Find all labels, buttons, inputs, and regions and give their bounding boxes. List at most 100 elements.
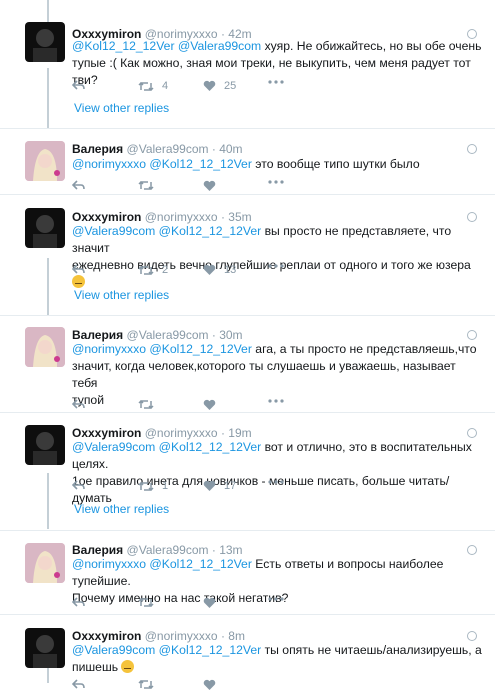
- retweet-count: 2: [162, 264, 169, 276]
- like-button[interactable]: 13: [203, 264, 236, 276]
- mention-link[interactable]: @norimyxxxo: [72, 157, 146, 171]
- retweet-icon[interactable]: [138, 180, 154, 191]
- heart-icon[interactable]: [203, 597, 216, 609]
- view-other-replies-link[interactable]: View other replies: [74, 502, 169, 516]
- tweet-text: @Valera99com @Kol12_12_12Ver вот и отлич…: [72, 440, 472, 505]
- author-handle[interactable]: @Valera99com: [127, 142, 209, 156]
- more-icon[interactable]: [268, 264, 284, 268]
- tweet: Валерия @Valera99com · 13m @norimyxxxo @…: [0, 531, 495, 614]
- tweet: Oxxxymiron @norimyxxxo · 19m @Valera99co…: [0, 413, 495, 531]
- avatar-image: [33, 29, 57, 62]
- tweet-time[interactable]: · 35m: [221, 210, 252, 224]
- view-other-replies-link[interactable]: View other replies: [74, 101, 169, 115]
- avatar-image: [25, 543, 65, 583]
- avatar[interactable]: [25, 425, 65, 465]
- like-button[interactable]: 25: [203, 80, 236, 92]
- tweet-time[interactable]: · 30m: [212, 328, 243, 342]
- tweet: Валерия @Valera99com · 40m @norimyxxxo @…: [0, 129, 495, 194]
- avatar[interactable]: [25, 543, 65, 583]
- heart-icon[interactable]: [203, 399, 216, 411]
- like-button[interactable]: 17: [203, 480, 236, 492]
- reply-icon[interactable]: [72, 679, 85, 690]
- retweet-icon[interactable]: [138, 597, 154, 608]
- mention-link[interactable]: @Valera99com: [72, 224, 155, 238]
- retweet-icon: [138, 265, 154, 275]
- mention-link[interactable]: @Kol12_12_12Ver: [159, 224, 262, 238]
- tweet-text: @norimyxxxo @Kol12_12_12Ver это вообще т…: [72, 157, 420, 171]
- tweet: Oxxxymiron @norimyxxxo · 35m @Valera99co…: [0, 195, 495, 315]
- heart-icon: [203, 480, 216, 491]
- avatar-image: [33, 215, 57, 248]
- mention-link[interactable]: @norimyxxxo: [72, 342, 146, 356]
- tweet-header: Oxxxymiron @norimyxxxo · 8m: [72, 629, 245, 643]
- heart-icon: [203, 264, 216, 275]
- avatar[interactable]: [25, 141, 65, 181]
- heart-icon[interactable]: [203, 180, 216, 192]
- reply-icon[interactable]: [72, 180, 85, 191]
- reply-icon[interactable]: [72, 597, 85, 608]
- globe-icon: [467, 212, 477, 222]
- globe-icon: [467, 144, 477, 154]
- mention-link[interactable]: @norimyxxxo: [72, 557, 146, 571]
- avatar-image: [25, 141, 65, 181]
- tweet-header: Валерия @Valera99com · 40m: [72, 142, 243, 156]
- avatar[interactable]: [25, 628, 65, 668]
- author-name[interactable]: Валерия: [72, 328, 123, 342]
- author-handle[interactable]: @norimyxxxo: [145, 629, 218, 643]
- tweet-text: @Valera99com @Kol12_12_12Ver ты опять не…: [72, 643, 482, 674]
- tweet-text: @Valera99com @Kol12_12_12Ver вы просто н…: [72, 223, 482, 291]
- more-icon[interactable]: [268, 597, 284, 601]
- author-handle[interactable]: @norimyxxxo: [145, 210, 218, 224]
- mention-link[interactable]: @Valera99com: [178, 39, 261, 53]
- avatar-image: [33, 432, 57, 465]
- more-icon[interactable]: [268, 480, 284, 484]
- retweet-button[interactable]: 2: [138, 264, 168, 276]
- mention-link[interactable]: @Kol12_12_12Ver: [149, 157, 252, 171]
- reply-icon[interactable]: [72, 264, 85, 275]
- mention-link[interactable]: @Kol12_12_12Ver: [72, 39, 175, 53]
- mention-link[interactable]: @Kol12_12_12Ver: [149, 342, 252, 356]
- tweet-header: Oxxxymiron @norimyxxxo · 35m: [72, 210, 252, 224]
- author-handle[interactable]: @Valera99com: [127, 328, 209, 342]
- avatar[interactable]: [25, 22, 65, 62]
- reply-icon[interactable]: [72, 80, 85, 91]
- heart-icon: [203, 80, 216, 91]
- avatar[interactable]: [25, 327, 65, 367]
- tired-face-emoji-icon: [121, 660, 135, 673]
- author-handle[interactable]: @Valera99com: [127, 543, 209, 557]
- like-count: 17: [224, 480, 237, 492]
- tweet-time[interactable]: · 40m: [212, 142, 243, 156]
- mention-link[interactable]: @Valera99com: [72, 440, 155, 454]
- mention-link[interactable]: @Kol12_12_12Ver: [159, 440, 262, 454]
- retweet-count: 4: [162, 80, 169, 92]
- view-other-replies-link[interactable]: View other replies: [74, 288, 169, 302]
- author-name[interactable]: Oxxxymiron: [72, 210, 141, 224]
- heart-icon[interactable]: [203, 679, 216, 691]
- tweet-time[interactable]: · 19m: [221, 426, 252, 440]
- mention-link[interactable]: @Valera99com: [72, 643, 155, 657]
- retweet-button[interactable]: 4: [138, 80, 168, 92]
- tweet: Oxxxymiron @norimyxxxo · 8m @Valera99com…: [0, 615, 495, 690]
- reply-icon[interactable]: [72, 399, 85, 410]
- more-icon[interactable]: [268, 399, 284, 403]
- retweet-button[interactable]: 1: [138, 480, 168, 492]
- tweet-time[interactable]: · 8m: [221, 629, 245, 643]
- more-icon[interactable]: [268, 180, 284, 184]
- mention-link[interactable]: @Kol12_12_12Ver: [149, 557, 252, 571]
- more-icon[interactable]: [268, 80, 284, 84]
- author-name[interactable]: Валерия: [72, 142, 123, 156]
- tweet-header: Валерия @Valera99com · 13m: [72, 543, 243, 557]
- author-name[interactable]: Oxxxymiron: [72, 426, 141, 440]
- author-name[interactable]: Валерия: [72, 543, 123, 557]
- retweet-icon[interactable]: [138, 399, 154, 410]
- reply-icon[interactable]: [72, 480, 85, 491]
- author-name[interactable]: Oxxxymiron: [72, 629, 141, 643]
- tweet-header: Oxxxymiron @norimyxxxo · 19m: [72, 426, 252, 440]
- retweet-icon: [138, 81, 154, 91]
- retweet-icon[interactable]: [138, 679, 154, 690]
- mention-link[interactable]: @Kol12_12_12Ver: [159, 643, 262, 657]
- author-handle[interactable]: @norimyxxxo: [145, 426, 218, 440]
- tweet-time[interactable]: · 13m: [212, 543, 243, 557]
- avatar[interactable]: [25, 208, 65, 248]
- globe-icon: [467, 428, 477, 438]
